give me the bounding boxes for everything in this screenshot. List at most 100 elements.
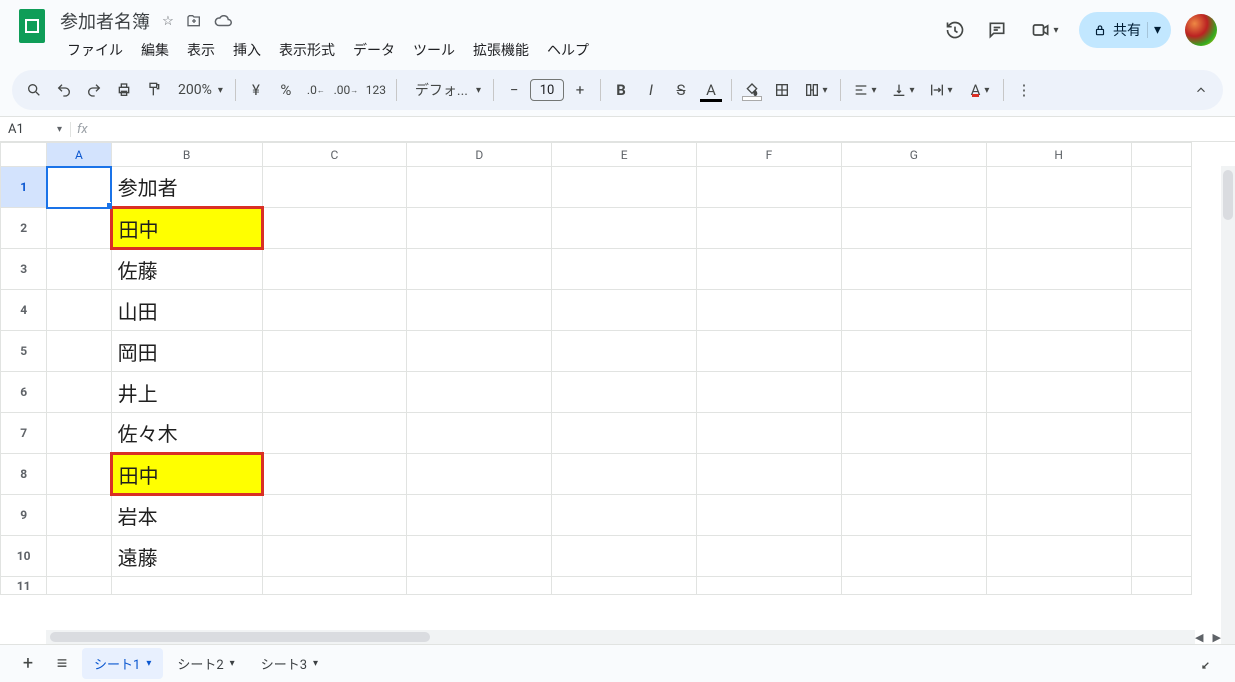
- horizontal-align-icon[interactable]: ▾: [847, 76, 883, 104]
- row-header-1[interactable]: 1: [1, 167, 47, 208]
- cell-G1[interactable]: [841, 167, 986, 208]
- cell-G2[interactable]: [841, 208, 986, 249]
- cell-C8[interactable]: [262, 454, 407, 495]
- cell-X6[interactable]: [1131, 372, 1191, 413]
- row-header-2[interactable]: 2: [1, 208, 47, 249]
- cell-D4[interactable]: [407, 290, 552, 331]
- text-rotation-icon[interactable]: A▾: [961, 76, 997, 104]
- menu-help[interactable]: ヘルプ: [540, 36, 596, 64]
- cell-X10[interactable]: [1131, 536, 1191, 577]
- cell-B6[interactable]: 井上: [111, 372, 262, 413]
- cell-C4[interactable]: [262, 290, 407, 331]
- cell-X5[interactable]: [1131, 331, 1191, 372]
- cell-H2[interactable]: [986, 208, 1131, 249]
- font-size-input[interactable]: 10: [530, 79, 564, 101]
- column-header-B[interactable]: B: [111, 143, 262, 167]
- cell-B2[interactable]: 田中: [111, 208, 262, 249]
- cell-H8[interactable]: [986, 454, 1131, 495]
- cell-E5[interactable]: [552, 331, 697, 372]
- sheet-tab-シート3[interactable]: シート3▾: [249, 648, 330, 679]
- increase-font-icon[interactable]: +: [566, 76, 594, 104]
- cell-A9[interactable]: [47, 495, 111, 536]
- cell-D1[interactable]: [407, 167, 552, 208]
- cell-E2[interactable]: [552, 208, 697, 249]
- cell-C10[interactable]: [262, 536, 407, 577]
- menu-file[interactable]: ファイル: [60, 36, 130, 64]
- column-header-D[interactable]: D: [407, 143, 552, 167]
- cell-A3[interactable]: [47, 249, 111, 290]
- search-menus-icon[interactable]: [20, 76, 48, 104]
- cell-F11[interactable]: [697, 577, 842, 595]
- column-header-H[interactable]: H: [986, 143, 1131, 167]
- cell-D6[interactable]: [407, 372, 552, 413]
- text-color-icon[interactable]: A: [697, 76, 725, 104]
- cell-G6[interactable]: [841, 372, 986, 413]
- cell-D2[interactable]: [407, 208, 552, 249]
- vertical-scrollbar[interactable]: [1221, 166, 1235, 644]
- cell-B1[interactable]: 参加者: [111, 167, 262, 208]
- row-header-6[interactable]: 6: [1, 372, 47, 413]
- sheet-tab-シート2[interactable]: シート2▾: [165, 648, 246, 679]
- row-header-8[interactable]: 8: [1, 454, 47, 495]
- cell-F1[interactable]: [697, 167, 842, 208]
- cell-E11[interactable]: [552, 577, 697, 595]
- more-toolbar-icon[interactable]: ⋮: [1010, 76, 1038, 104]
- star-icon[interactable]: ☆: [158, 14, 178, 29]
- cell-H6[interactable]: [986, 372, 1131, 413]
- vertical-align-icon[interactable]: ▾: [885, 76, 921, 104]
- column-header-E[interactable]: E: [552, 143, 697, 167]
- name-box[interactable]: A1▾: [0, 122, 70, 137]
- spreadsheet-grid[interactable]: ABCDEFGH1参加者2田中3佐藤4山田5岡田6井上7佐々木8田中9岩本10遠…: [0, 142, 1235, 644]
- cell-A6[interactable]: [47, 372, 111, 413]
- menu-view[interactable]: 表示: [180, 36, 222, 64]
- more-formats-icon[interactable]: 123: [362, 76, 390, 104]
- cell-G7[interactable]: [841, 413, 986, 454]
- redo-icon[interactable]: [80, 76, 108, 104]
- cell-H1[interactable]: [986, 167, 1131, 208]
- cloud-status-icon[interactable]: [214, 12, 234, 30]
- scroll-arrows[interactable]: ◀▶: [1195, 630, 1221, 644]
- menu-format[interactable]: 表示形式: [272, 36, 342, 64]
- column-header-F[interactable]: F: [697, 143, 842, 167]
- row-header-10[interactable]: 10: [1, 536, 47, 577]
- cell-X11[interactable]: [1131, 577, 1191, 595]
- cell-H9[interactable]: [986, 495, 1131, 536]
- cell-D3[interactable]: [407, 249, 552, 290]
- row-header-5[interactable]: 5: [1, 331, 47, 372]
- cell-F3[interactable]: [697, 249, 842, 290]
- decrease-font-icon[interactable]: −: [500, 76, 528, 104]
- font-select[interactable]: デフォ...▾: [403, 76, 487, 104]
- cell-A7[interactable]: [47, 413, 111, 454]
- cell-A4[interactable]: [47, 290, 111, 331]
- account-avatar[interactable]: [1185, 14, 1217, 46]
- cell-E10[interactable]: [552, 536, 697, 577]
- select-all-corner[interactable]: [1, 143, 47, 167]
- borders-icon[interactable]: [768, 76, 796, 104]
- share-caret-icon[interactable]: ▾: [1147, 22, 1161, 38]
- cell-A1[interactable]: [47, 167, 111, 208]
- cell-E6[interactable]: [552, 372, 697, 413]
- cell-E9[interactable]: [552, 495, 697, 536]
- cell-E3[interactable]: [552, 249, 697, 290]
- menu-tools[interactable]: ツール: [406, 36, 462, 64]
- cell-C1[interactable]: [262, 167, 407, 208]
- move-icon[interactable]: [186, 13, 206, 29]
- cell-G3[interactable]: [841, 249, 986, 290]
- meet-icon[interactable]: ▾: [1025, 16, 1065, 44]
- cell-X1[interactable]: [1131, 167, 1191, 208]
- row-header-9[interactable]: 9: [1, 495, 47, 536]
- paint-format-icon[interactable]: [140, 76, 168, 104]
- currency-yen-icon[interactable]: ¥: [242, 76, 270, 104]
- cell-X7[interactable]: [1131, 413, 1191, 454]
- sheets-logo[interactable]: [12, 6, 52, 46]
- cell-F6[interactable]: [697, 372, 842, 413]
- row-header-3[interactable]: 3: [1, 249, 47, 290]
- cell-A5[interactable]: [47, 331, 111, 372]
- cell-E1[interactable]: [552, 167, 697, 208]
- cell-B7[interactable]: 佐々木: [111, 413, 262, 454]
- decrease-decimal-icon[interactable]: .0←: [302, 76, 330, 104]
- cell-B9[interactable]: 岩本: [111, 495, 262, 536]
- sheet-tab-シート1[interactable]: シート1▾: [82, 648, 163, 679]
- cell-D7[interactable]: [407, 413, 552, 454]
- italic-icon[interactable]: I: [637, 76, 665, 104]
